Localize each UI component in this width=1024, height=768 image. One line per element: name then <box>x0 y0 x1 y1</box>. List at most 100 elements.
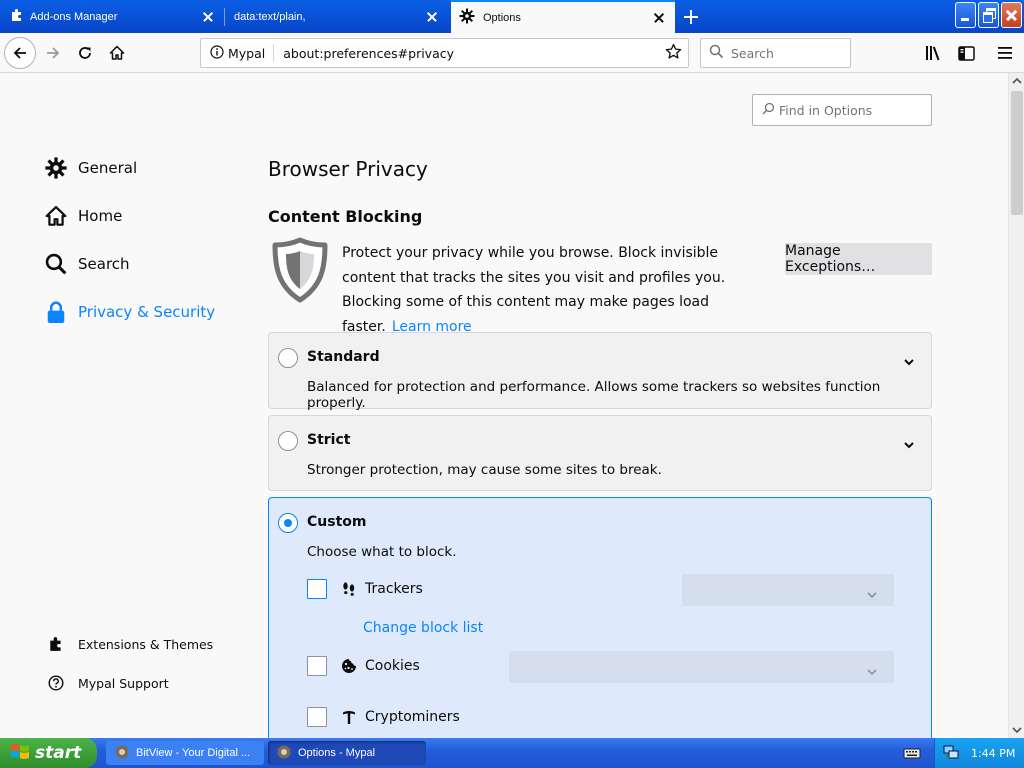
close-tab-icon[interactable] <box>424 9 440 25</box>
cookies-label: Cookies <box>365 658 420 674</box>
taskbar: start BitView - Your Digital ... Options… <box>0 738 1024 768</box>
cryptominers-row: Cryptominers <box>307 707 460 727</box>
category-general[interactable]: General <box>44 156 137 180</box>
taskbar-item-label: BitView - Your Digital ... <box>136 747 251 759</box>
start-label: start <box>35 743 82 763</box>
tab-label: Add-ons Manager <box>30 10 118 23</box>
url-text[interactable]: about:preferences#privacy <box>283 46 665 61</box>
home-button[interactable] <box>102 38 132 68</box>
category-label: Search <box>78 255 130 273</box>
radio-standard[interactable] <box>278 348 298 368</box>
minimize-button[interactable] <box>955 2 976 28</box>
scroll-up-arrow[interactable] <box>1009 73 1024 89</box>
search-icon <box>44 252 68 276</box>
start-button[interactable]: start <box>0 738 97 768</box>
trackers-checkbox[interactable] <box>307 579 327 599</box>
extensions-themes-link[interactable]: Extensions & Themes <box>46 634 213 654</box>
taskbar-item-bitview[interactable]: BitView - Your Digital ... <box>106 741 264 765</box>
reload-button[interactable] <box>70 38 100 68</box>
section-heading: Content Blocking <box>268 207 423 226</box>
new-tab-button[interactable] <box>680 6 702 28</box>
browser-icon <box>276 744 292 763</box>
chevron-down-icon[interactable] <box>904 351 914 370</box>
keyboard-icon[interactable] <box>903 745 921 764</box>
chevron-down-icon[interactable] <box>904 434 914 453</box>
option-title: Strict <box>307 432 351 448</box>
library-icon <box>926 46 940 61</box>
taskbar-item-label: Options - Mypal <box>298 747 376 759</box>
scrollbar-thumb[interactable] <box>1011 91 1023 215</box>
tab-strip: Add-ons Manager data:text/plain, Options <box>0 0 1024 33</box>
back-button[interactable] <box>4 37 36 69</box>
option-standard[interactable]: Standard Balanced for protection and per… <box>268 332 932 411</box>
vertical-scrollbar[interactable] <box>1008 73 1024 738</box>
info-icon[interactable] <box>210 44 224 62</box>
radio-custom[interactable] <box>278 513 298 533</box>
find-in-options-field[interactable]: Find in Options <box>752 94 932 126</box>
cookies-checkbox[interactable] <box>307 656 327 676</box>
clock[interactable]: 1:44 PM <box>971 747 1015 760</box>
option-title: Custom <box>307 514 367 530</box>
category-home[interactable]: Home <box>44 204 122 228</box>
help-icon <box>46 673 66 693</box>
star-icon[interactable] <box>665 43 682 63</box>
sidebar-button[interactable] <box>954 41 978 65</box>
home-icon <box>109 45 125 60</box>
nav-toolbar: Mypal about:preferences#privacy Search <box>0 33 1024 73</box>
page-title: Browser Privacy <box>268 157 428 181</box>
tab-data-text[interactable]: data:text/plain, <box>224 0 448 33</box>
identity-label[interactable]: Mypal <box>228 46 265 61</box>
category-search[interactable]: Search <box>44 252 130 276</box>
puzzle-icon <box>10 8 24 25</box>
cookie-icon <box>339 656 359 676</box>
category-label: General <box>78 159 138 177</box>
forward-button[interactable] <box>38 38 68 68</box>
browser-window: Add-ons Manager data:text/plain, Options <box>0 0 1024 768</box>
extensions-themes-label: Extensions & Themes <box>78 636 214 652</box>
taskbar-item-options[interactable]: Options - Mypal <box>268 741 426 765</box>
gear-icon <box>44 156 68 180</box>
browser-icon <box>114 744 130 763</box>
option-title: Standard <box>307 349 380 365</box>
support-link[interactable]: Mypal Support <box>46 673 169 693</box>
close-tab-icon[interactable] <box>200 9 216 25</box>
tab-label: data:text/plain, <box>234 10 306 23</box>
category-privacy-security[interactable]: Privacy & Security <box>44 300 215 324</box>
pickaxe-icon <box>339 707 359 727</box>
arrow-right-icon <box>47 47 60 59</box>
menu-button[interactable] <box>993 41 1017 65</box>
trackers-dropdown[interactable] <box>682 574 894 606</box>
cookies-dropdown[interactable] <box>509 651 894 683</box>
url-bar[interactable]: Mypal about:preferences#privacy <box>200 38 689 68</box>
system-tray: 1:44 PM <box>934 738 1024 768</box>
footprints-icon <box>339 579 359 599</box>
content-blocking-description: Protect your privacy while you browse. B… <box>342 241 772 339</box>
support-label: Mypal Support <box>78 675 169 691</box>
option-custom[interactable]: Custom Choose what to block. Trackers Ch… <box>268 497 932 738</box>
chevron-down-icon <box>867 584 877 603</box>
tab-addons-manager[interactable]: Add-ons Manager <box>0 0 224 33</box>
close-tab-icon[interactable] <box>651 10 667 26</box>
hamburger-icon <box>998 47 1012 59</box>
tab-options[interactable]: Options <box>451 0 675 33</box>
manage-exceptions-button[interactable]: Manage Exceptions… <box>785 243 932 275</box>
find-placeholder: Find in Options <box>779 102 873 118</box>
cryptominers-checkbox[interactable] <box>307 707 327 727</box>
search-bar[interactable]: Search <box>700 38 851 68</box>
category-label: Privacy & Security <box>78 303 216 321</box>
category-label: Home <box>78 207 123 225</box>
restore-button[interactable] <box>978 2 999 28</box>
library-button[interactable] <box>922 41 946 65</box>
option-strict[interactable]: Strict Stronger protection, may cause so… <box>268 415 932 491</box>
scroll-down-arrow[interactable] <box>1009 722 1024 738</box>
option-description: Choose what to block. <box>307 544 457 560</box>
change-block-list-link[interactable]: Change block list <box>363 620 483 636</box>
trackers-row: Trackers <box>307 579 423 599</box>
puzzle-icon <box>46 634 66 654</box>
network-icon[interactable] <box>943 744 959 763</box>
radio-strict[interactable] <box>278 431 298 451</box>
url-separator <box>273 44 275 62</box>
close-window-button[interactable] <box>1001 2 1022 28</box>
preferences-content: Find in Options General Home Search Priv… <box>0 73 1008 738</box>
cookies-row: Cookies <box>307 656 420 676</box>
